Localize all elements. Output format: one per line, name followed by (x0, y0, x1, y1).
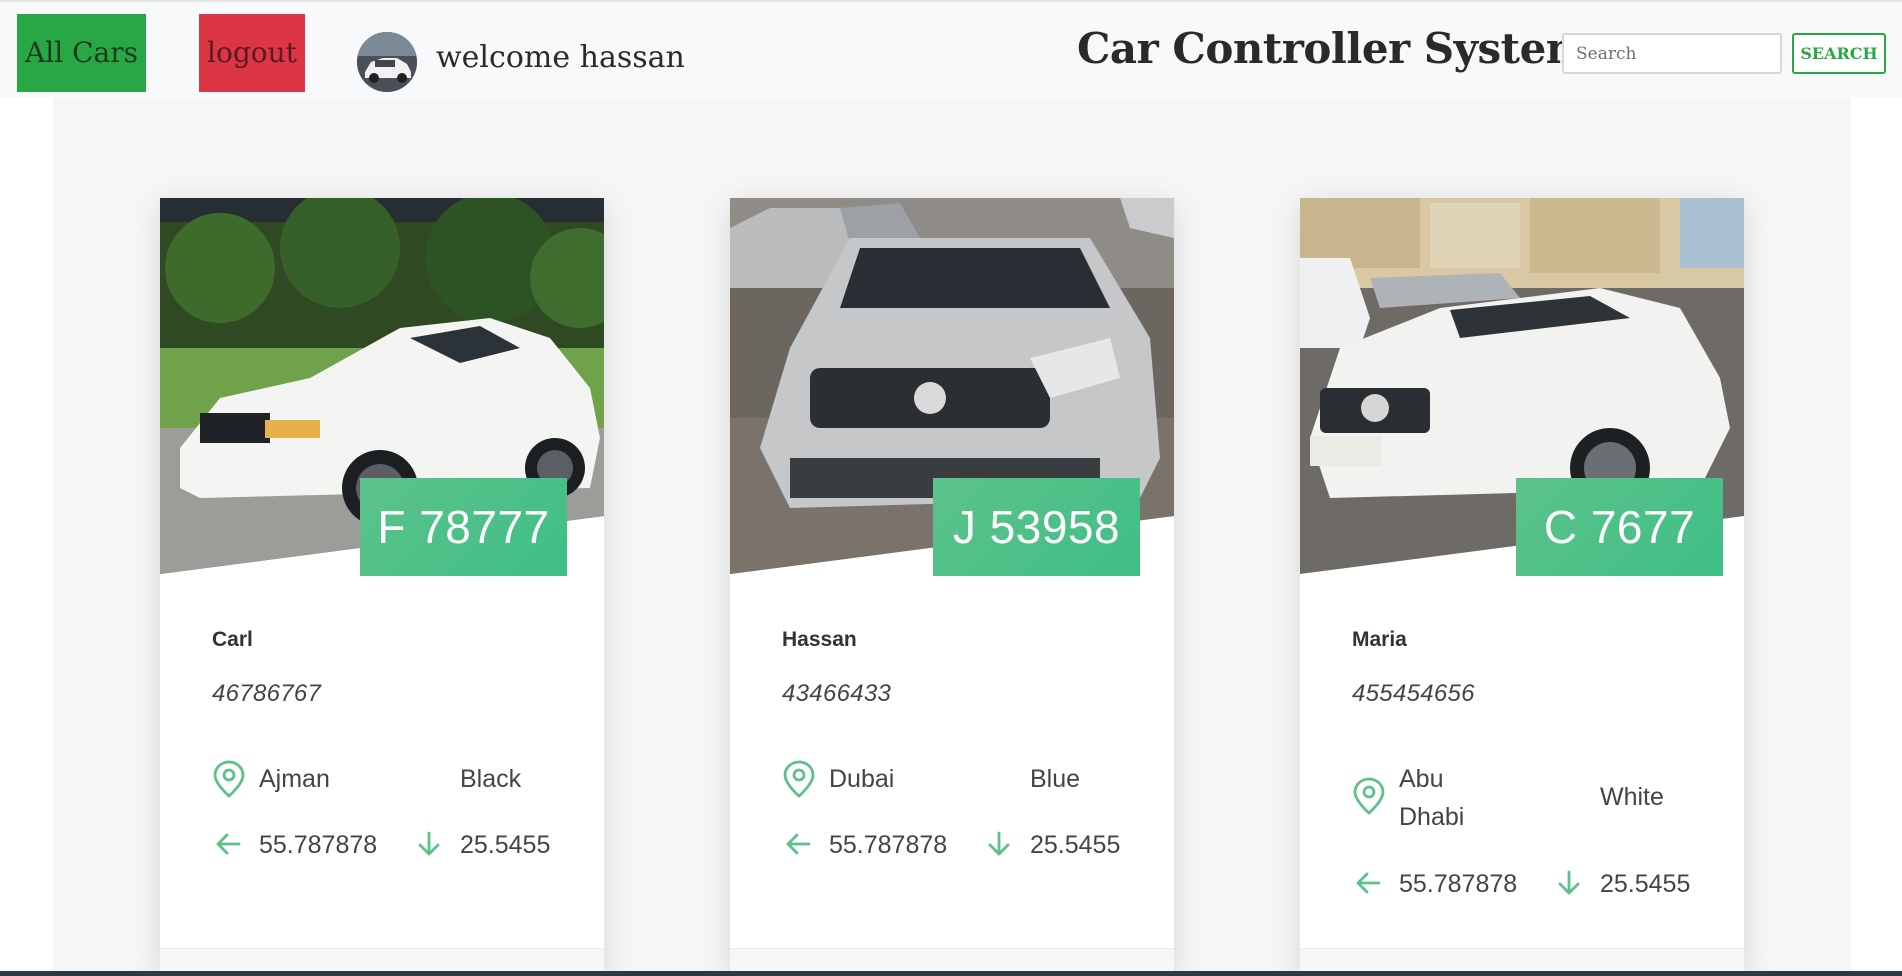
arrow-left-icon (1356, 872, 1381, 894)
search-input[interactable] (1562, 33, 1782, 74)
logout-button[interactable]: logout (199, 14, 305, 92)
owner-name: Carl (212, 628, 253, 651)
plate-number: J 53958 (933, 478, 1140, 576)
car-card: C 7677 Maria 455454656 Abu Dhabi White 5… (1300, 198, 1744, 976)
phone-number: 455454656 (1352, 680, 1475, 707)
car-location: Ajman (259, 765, 330, 793)
arrow-down-icon (418, 831, 440, 856)
car-color: Black (460, 765, 522, 793)
latitude-value: 25.5455 (1600, 870, 1691, 898)
phone-number: 43466433 (782, 680, 892, 707)
window-bottom-bar (0, 971, 1902, 976)
car-location: Abu Dhabi (1399, 765, 1465, 831)
latitude-value: 25.5455 (460, 831, 551, 859)
map-pin-icon (213, 760, 245, 798)
car-color: White (1600, 783, 1664, 811)
longitude-value: 55.787878 (259, 831, 378, 859)
plate-number: C 7677 (1516, 478, 1723, 576)
map-pin-icon (1353, 777, 1385, 815)
plate-number: F 78777 (360, 478, 567, 576)
longitude-value: 55.787878 (1399, 870, 1518, 898)
car-color: Blue (1030, 765, 1081, 793)
map-pin-icon (783, 760, 815, 798)
navbar: All Cars logout welcome hassan Car Contr… (0, 0, 1902, 98)
welcome-text: welcome hassan (436, 40, 685, 75)
car-card: J 53958 Hassan 43466433 Dubai Blue 55.78… (730, 198, 1174, 976)
owner-name: Hassan (782, 628, 857, 651)
arrow-down-icon (1558, 870, 1580, 895)
all-cars-button[interactable]: All Cars (17, 14, 146, 92)
car-location: Dubai (829, 765, 895, 793)
longitude-value: 55.787878 (829, 831, 948, 859)
page-title: Car Controller System (1077, 24, 1590, 73)
arrow-left-icon (216, 833, 241, 855)
arrow-down-icon (988, 831, 1010, 856)
search-button[interactable]: SEARCH (1792, 33, 1886, 74)
avatar (357, 32, 417, 92)
arrow-left-icon (786, 833, 811, 855)
car-card: F 78777 Carl 46786767 Ajman Black 55.787… (160, 198, 604, 976)
phone-number: 46786767 (212, 680, 322, 707)
owner-name: Maria (1352, 628, 1407, 651)
latitude-value: 25.5455 (1030, 831, 1121, 859)
